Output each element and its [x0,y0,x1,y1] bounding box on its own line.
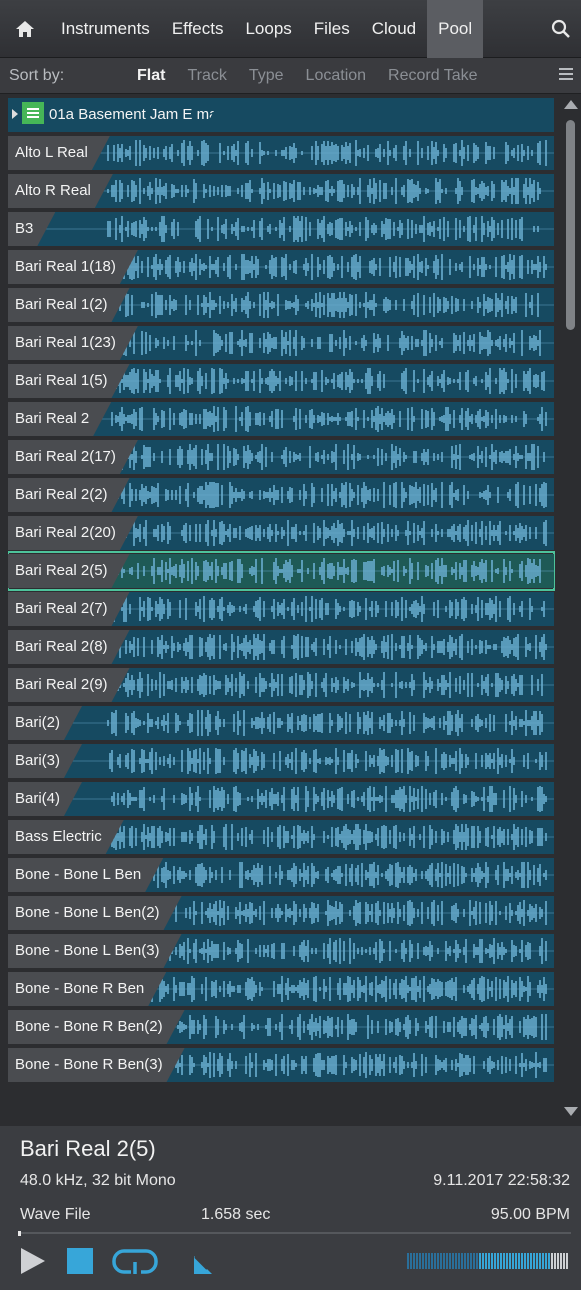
clip-row[interactable]: Bari Real 1(18) [8,248,554,286]
clip-name: Bari Real 2 [8,402,111,436]
clip-name: Bone - Bone R Ben [8,972,166,1006]
clip-row[interactable]: Bass Electric [8,818,554,856]
sort-option-record-take[interactable]: Record Take [388,67,478,85]
clip-row[interactable]: B3 [8,210,554,248]
menu-icon[interactable] [559,68,573,83]
clip-name: Bari Real 1(5) [8,364,130,398]
clip-waveform [8,782,554,816]
clip-name: Bari Real 2(7) [8,592,130,626]
tab-cloud[interactable]: Cloud [361,0,427,58]
clip-waveform [8,212,554,246]
folder-icon [22,102,44,124]
clip-row[interactable]: Bari(3) [8,742,554,780]
sort-label: Sort by: [9,66,65,84]
sort-bar: Sort by: Flat Track Type Location Record… [0,58,581,94]
home-button[interactable] [0,0,50,58]
clip-row[interactable]: Bone - Bone R Ben(3) [8,1046,554,1084]
clip-row[interactable]: Alto R Real [8,172,554,210]
preview-position-bar[interactable] [18,1231,571,1236]
clip-name: Bari Real 2(17) [8,440,138,474]
clip-row[interactable]: Bari Real 2(8) [8,628,554,666]
clip-name: Bari Real 1(23) [8,326,138,360]
clip-row[interactable]: Bari Real 2(5) [8,551,555,591]
clip-tempo: 95.00 BPM [490,1206,570,1223]
clip-format: 48.0 kHz, 32 bit Mono [20,1172,176,1189]
clip-waveform [8,706,554,740]
folder-row[interactable]: 01a Basement Jam E maj [8,96,554,134]
clip-name: Bari Real 1(2) [8,288,130,322]
clip-duration: 1.658 sec [201,1206,271,1223]
sort-option-track[interactable]: Track [187,67,226,85]
tab-pool[interactable]: Pool [427,0,484,58]
clip-name: Bass Electric [8,820,124,854]
clip-row[interactable]: Bone - Bone R Ben [8,970,554,1008]
tab-files[interactable]: Files [303,0,361,58]
clip-name: Bone - Bone L Ben(2) [8,896,182,930]
clip-name: Bone - Bone L Ben(3) [8,934,182,968]
clip-row[interactable]: Bone - Bone L Ben [8,856,554,894]
tab-instruments[interactable]: Instruments [50,0,161,58]
home-icon [16,20,34,37]
clip-name: Bari Real 1(18) [8,250,138,284]
clip-row[interactable]: Bari Real 2(9) [8,666,554,704]
clip-row[interactable]: Bari(4) [8,780,554,818]
clip-date: 9.11.2017 22:58:32 [433,1172,570,1189]
stop-icon[interactable] [66,1244,94,1278]
clip-name: Bari Real 2(9) [8,668,130,702]
list-scrollbar[interactable] [560,96,581,1124]
preview-playhead[interactable] [18,1231,21,1236]
clip-row[interactable]: Bone - Bone R Ben(2) [8,1008,554,1046]
sort-option-location[interactable]: Location [306,67,367,85]
clip-name: Alto R Real [8,174,113,208]
clip-name: Bari Real 2(5) [8,554,130,588]
folder-row-label: 01a Basement Jam E maj [49,106,221,123]
tab-effects[interactable]: Effects [161,0,235,58]
autoplay-icon[interactable] [190,1244,216,1278]
clip-row[interactable]: Bari Real 2(7) [8,590,554,628]
clip-row[interactable]: Bari Real 2 [8,400,554,438]
search-button[interactable] [541,0,581,58]
clip-row[interactable]: Bari Real 1(2) [8,286,554,324]
clip-row[interactable]: Alto L Real [8,134,554,172]
tab-loops[interactable]: Loops [234,0,302,58]
clip-row[interactable]: Bari Real 1(5) [8,362,554,400]
clip-name: Bari Real 2(8) [8,630,130,664]
clip-info-title: Bari Real 2(5) [20,1136,156,1161]
clip-name: Bari Real 2(20) [8,516,138,550]
loop-icon[interactable] [111,1244,159,1278]
scroll-down-arrow-icon[interactable] [564,1107,578,1116]
clip-name: Bone - Bone R Ben(2) [8,1010,185,1044]
clip-row[interactable]: Bari Real 2(20) [8,514,554,552]
clip-row[interactable]: Bari Real 2(17) [8,438,554,476]
clip-name: Bari Real 2(2) [8,478,130,512]
clip-waveform [8,744,554,778]
clip-row[interactable]: Bari Real 1(23) [8,324,554,362]
clip-row[interactable]: Bari Real 2(2) [8,476,554,514]
browser-tab-bar: Instruments Effects Loops Files Cloud Po… [0,0,581,58]
search-icon [551,19,570,38]
clip-row[interactable]: Bone - Bone L Ben(3) [8,932,554,970]
expand-caret-icon[interactable] [12,109,18,119]
pool-clip-list: 01a Basement Jam E maj Alto L Real Alto R… [8,96,556,1124]
scroll-thumb[interactable] [566,120,575,330]
sort-option-flat[interactable]: Flat [137,67,165,85]
sort-option-type[interactable]: Type [249,67,284,85]
clip-name: Bone - Bone R Ben(3) [8,1048,185,1082]
play-icon[interactable] [19,1244,47,1278]
scroll-up-arrow-icon[interactable] [564,100,578,109]
preview-volume-meter[interactable] [407,1253,570,1269]
clip-row[interactable]: Bari(2) [8,704,554,742]
clip-file-type: Wave File [20,1206,91,1223]
clip-name: Bone - Bone L Ben [8,858,163,892]
clip-row[interactable]: Bone - Bone L Ben(2) [8,894,554,932]
